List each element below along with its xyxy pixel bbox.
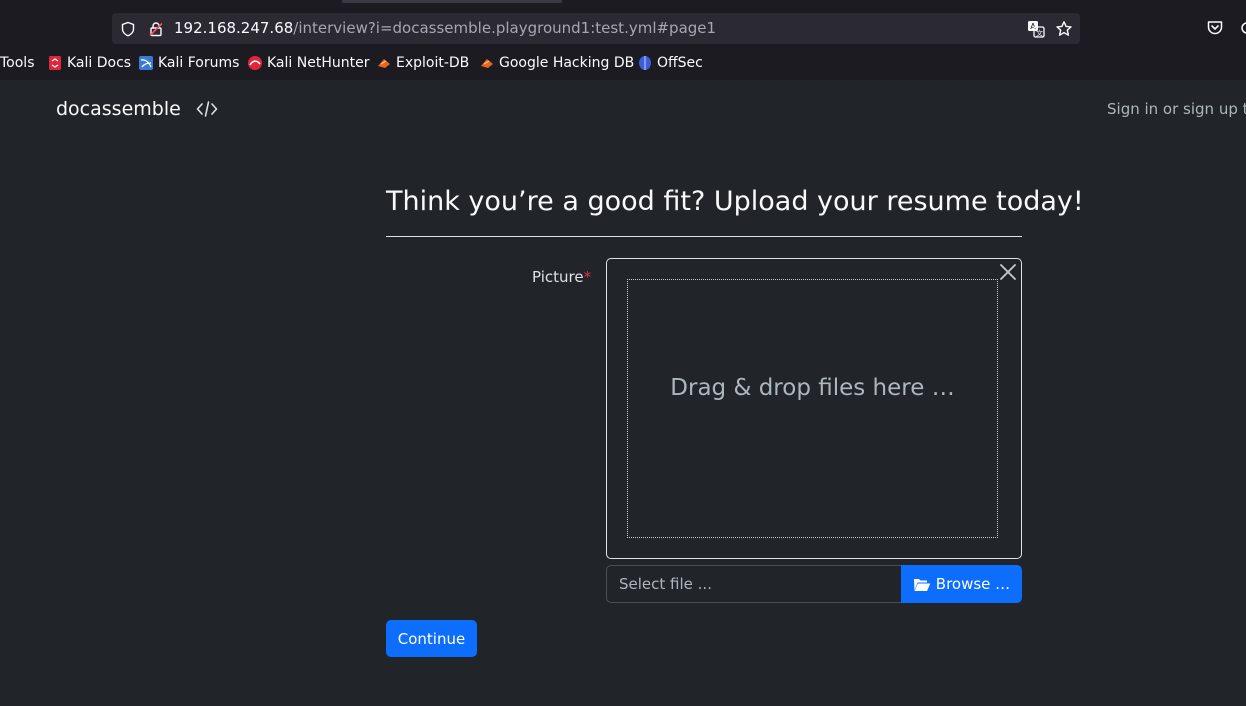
title-divider (386, 236, 1022, 237)
bookmark-star-icon[interactable] (1050, 13, 1078, 44)
file-input-group[interactable]: Select file ... Browse … (606, 565, 1022, 603)
active-tab-indicator (342, 0, 562, 3)
bookmark-label: Kali Forums (158, 55, 240, 71)
bookmark-label: Tools (0, 55, 35, 71)
drop-area[interactable]: Drag & drop files here … (627, 279, 998, 538)
browser-toolbar: 192.168.247.68/interview?i=docassemble.p… (0, 0, 1246, 46)
continue-button[interactable]: Continue (386, 620, 477, 657)
url-text[interactable]: 192.168.247.68/interview?i=docassemble.p… (174, 13, 716, 44)
file-dropzone[interactable]: Drag & drop files here … (606, 258, 1022, 559)
field-label-text: Picture (532, 268, 584, 286)
page-content: docassemble Sign in or sign up to Think … (0, 80, 1246, 706)
bookmark-exploit-db[interactable]: Exploit-DB (376, 46, 469, 80)
pocket-icon[interactable] (1203, 16, 1227, 40)
brand-link[interactable]: docassemble (56, 97, 181, 121)
offsec-icon (637, 55, 653, 71)
bookmark-offsec[interactable]: OffSec (637, 46, 703, 80)
close-icon[interactable] (997, 261, 1019, 283)
required-marker: * (583, 268, 592, 286)
url-host: 192.168.247.68 (174, 19, 294, 37)
browse-button[interactable]: Browse … (901, 565, 1022, 603)
question-title: Think you’re a good fit? Upload your res… (386, 186, 1084, 217)
bookmark-google-hacking-db[interactable]: Google Hacking DB (479, 46, 634, 80)
bookmark-label: Kali NetHunter (267, 55, 370, 71)
bookmark-kali-forums[interactable]: Kali Forums (138, 46, 239, 80)
browse-button-label: Browse … (935, 575, 1011, 593)
extensions-menu-icon[interactable] (1238, 16, 1246, 40)
exploit-db-icon (376, 55, 392, 71)
bookmark-label: Google Hacking DB (499, 55, 635, 71)
exploit-db-icon (479, 55, 495, 71)
kali-docs-icon (47, 55, 63, 71)
drop-area-text: Drag & drop files here … (670, 375, 955, 401)
shield-icon[interactable] (114, 13, 142, 44)
translate-icon[interactable]: A 文 (1022, 13, 1050, 44)
bookmarks-bar: Tools Kali Docs Kali Forums Kali NetHunt… (0, 46, 1246, 80)
url-path: /interview?i=docassemble.playground1:tes… (293, 19, 717, 37)
kali-forums-icon (138, 55, 154, 71)
insecure-lock-icon[interactable] (142, 13, 170, 44)
bookmark-label: Exploit-DB (396, 55, 470, 71)
bookmark-tools[interactable]: Tools (0, 46, 35, 80)
file-caption-field[interactable]: Select file ... (606, 565, 912, 603)
picture-field-label: Picture* (532, 268, 591, 286)
bookmark-label: Kali Docs (67, 55, 132, 71)
svg-text:文: 文 (1036, 28, 1043, 37)
source-code-icon[interactable] (194, 96, 220, 122)
bookmark-kali-docs[interactable]: Kali Docs (47, 46, 131, 80)
address-bar[interactable]: 192.168.247.68/interview?i=docassemble.p… (112, 13, 1080, 44)
kali-nethunter-icon (247, 55, 263, 71)
sign-in-link[interactable]: Sign in or sign up to (1107, 99, 1246, 119)
bookmark-label: OffSec (657, 55, 703, 71)
bookmark-kali-nethunter[interactable]: Kali NetHunter (247, 46, 369, 80)
folder-open-icon (913, 577, 931, 592)
